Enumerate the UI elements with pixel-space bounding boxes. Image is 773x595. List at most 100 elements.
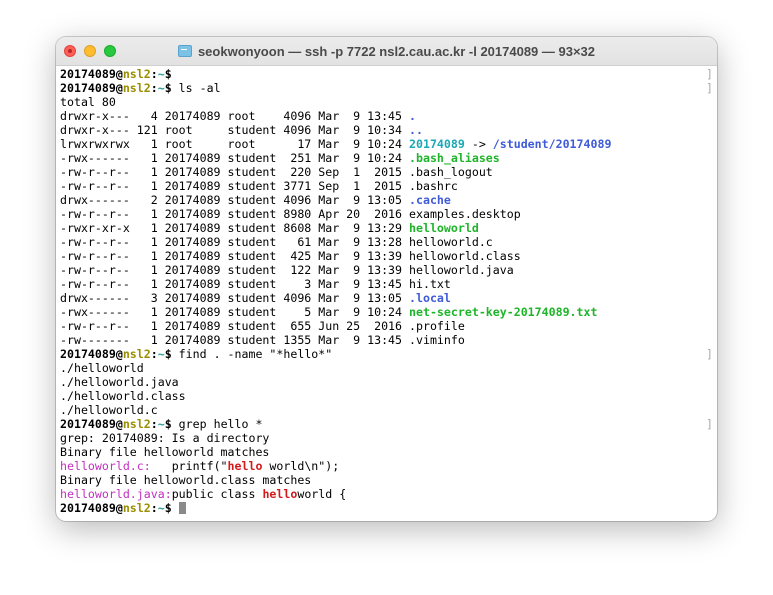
ls-row: -rwx------ 1 20174089 student 5 Mar 9 10…: [60, 305, 713, 319]
ls-row: -rwx------ 1 20174089 student 251 Mar 9 …: [60, 151, 713, 165]
ls-target: /student/20174089: [492, 137, 612, 151]
prompt-symbol: $: [164, 501, 172, 515]
prompt-sep: :: [150, 81, 158, 95]
ls-meta: drwxr-x--- 4 20174089 root 4096 Mar 9 13…: [60, 109, 410, 123]
text-cursor: [178, 502, 186, 514]
prompt-host: nsl2: [122, 501, 151, 515]
prompt-user: 20174089: [60, 347, 116, 361]
ls-meta: drwx------ 3 20174089 student 4096 Mar 9…: [60, 291, 410, 305]
ls-meta: -rw-r--r-- 1 20174089 student 3771 Sep 1…: [60, 179, 410, 193]
output-text: ./helloworld.java: [60, 375, 179, 389]
ls-name: .bashrc: [409, 179, 458, 193]
output-text: grep: 20174089: Is a directory: [60, 431, 270, 445]
prompt-symbol: $: [164, 417, 172, 431]
ls-row: -rw-r--r-- 1 20174089 student 61 Mar 9 1…: [60, 235, 713, 249]
ls-name: examples.desktop: [409, 207, 521, 221]
prompt-line: ] 20174089@nsl2:~$ grep hello *: [60, 417, 713, 431]
title-bar[interactable]: seokwonyoon — ssh -p 7722 nsl2.cau.ac.kr…: [56, 37, 717, 66]
prompt-path: ~: [157, 417, 165, 431]
ls-name: hi.txt: [409, 277, 451, 291]
prompt-user: 20174089: [60, 67, 116, 81]
output-line: Binary file helloworld.class matches: [60, 473, 713, 487]
command-text: ls -al: [171, 81, 221, 95]
prompt-host: nsl2: [122, 81, 151, 95]
ls-meta: -rw-r--r-- 1 20174089 student 122 Mar 9 …: [60, 263, 410, 277]
prompt-user: 20174089: [60, 501, 116, 515]
output-text: ./helloworld: [60, 361, 144, 375]
folder-icon: [177, 45, 192, 57]
prompt-host: nsl2: [122, 347, 151, 361]
ls-name: 20174089: [409, 137, 465, 151]
output-text: Binary file helloworld.class matches: [60, 473, 312, 487]
grep-filename: helloworld.java:: [60, 487, 172, 501]
output-text: world {: [297, 487, 347, 501]
prompt-line: 20174089@nsl2:~$: [60, 501, 713, 515]
ls-name: helloworld: [409, 221, 479, 235]
terminal-output[interactable]: ] 20174089@nsl2:~$ ] 20174089@nsl2:~$ ls -…: [60, 67, 713, 519]
scroll-mark: ]: [706, 67, 713, 81]
ls-name: helloworld.class: [409, 249, 521, 263]
ls-meta: -rw-r--r-- 1 20174089 student 220 Sep 1 …: [60, 165, 410, 179]
prompt-host: nsl2: [122, 67, 151, 81]
output-line: grep: 20174089: Is a directory: [60, 431, 713, 445]
prompt-sep: :: [150, 501, 158, 515]
scroll-mark: ]: [706, 81, 713, 95]
output-text: total 80: [60, 95, 116, 109]
ls-arrow: ->: [464, 137, 493, 151]
prompt-at: @: [115, 501, 123, 515]
command-text: [172, 67, 179, 81]
output-text: ./helloworld.class: [60, 389, 186, 403]
ls-meta: -rwx------ 1 20174089 student 251 Mar 9 …: [60, 151, 410, 165]
ls-row: drwxr-x--- 4 20174089 root 4096 Mar 9 13…: [60, 109, 713, 123]
output-line: Binary file helloworld matches: [60, 445, 713, 459]
ls-row: -rw-r--r-- 1 20174089 student 3771 Sep 1…: [60, 179, 713, 193]
output-line: ./helloworld: [60, 361, 713, 375]
ls-meta: drwx------ 2 20174089 student 4096 Mar 9…: [60, 193, 410, 207]
ls-row: -rw-r--r-- 1 20174089 student 425 Mar 9 …: [60, 249, 713, 263]
prompt-at: @: [115, 347, 123, 361]
command-text: grep hello *: [171, 417, 263, 431]
scroll-mark: ]: [706, 417, 713, 431]
ls-meta: -rw-r--r-- 1 20174089 student 3 Mar 9 13…: [60, 277, 410, 291]
window-title: seokwonyoon — ssh -p 7722 nsl2.cau.ac.kr…: [197, 43, 596, 59]
ls-name: helloworld.java: [409, 263, 514, 277]
ls-row: -rwxr-xr-x 1 20174089 student 8608 Mar 9…: [60, 221, 713, 235]
prompt-path: ~: [157, 81, 165, 95]
terminal-window: seokwonyoon — ssh -p 7722 nsl2.cau.ac.kr…: [56, 37, 717, 521]
prompt-at: @: [115, 67, 123, 81]
ls-name: .bash_aliases: [409, 151, 500, 165]
ls-name: net-secret-key-20174089.txt: [409, 305, 598, 319]
title-wrap: seokwonyoon — ssh -p 7722 nsl2.cau.ac.kr…: [56, 37, 717, 65]
output-text: printf(": [150, 459, 228, 473]
scroll-mark: ]: [706, 347, 713, 361]
prompt-line: ] 20174089@nsl2:~$ ls -al: [60, 81, 713, 95]
prompt-path: ~: [157, 347, 165, 361]
ls-name: .: [409, 109, 416, 123]
prompt-sep: :: [150, 67, 158, 81]
ls-name: .bash_logout: [409, 165, 493, 179]
prompt-symbol: $: [164, 81, 172, 95]
output-text: ./helloworld.c: [60, 403, 158, 417]
output-line: helloworld.c: printf("hello world\n");: [60, 459, 713, 473]
prompt-path: ~: [157, 67, 165, 81]
output-line: ./helloworld.java: [60, 375, 713, 389]
ls-meta: -rw-r--r-- 1 20174089 student 655 Jun 25…: [60, 319, 410, 333]
output-text: Binary file helloworld matches: [60, 445, 270, 459]
prompt-line: ] 20174089@nsl2:~$: [60, 67, 713, 81]
prompt-symbol: $: [164, 67, 172, 81]
prompt-at: @: [115, 81, 123, 95]
output-line: helloworld.java:public class helloworld …: [60, 487, 713, 501]
ls-meta: lrwxrwxrwx 1 root root 17 Mar 9 10:24: [60, 137, 410, 151]
grep-match: hello: [262, 487, 298, 501]
ls-row: -rw------- 1 20174089 student 1355 Mar 9…: [60, 333, 713, 347]
ls-meta: -rw------- 1 20174089 student 1355 Mar 9…: [60, 333, 410, 347]
ls-meta: -rwxr-xr-x 1 20174089 student 8608 Mar 9…: [60, 221, 410, 235]
output-line: ./helloworld.c: [60, 403, 713, 417]
output-line: ./helloworld.class: [60, 389, 713, 403]
prompt-sep: :: [150, 347, 158, 361]
ls-row: -rw-r--r-- 1 20174089 student 122 Mar 9 …: [60, 263, 713, 277]
ls-row: drwx------ 2 20174089 student 4096 Mar 9…: [60, 193, 713, 207]
ls-row: -rw-r--r-- 1 20174089 student 655 Jun 25…: [60, 319, 713, 333]
ls-row: drwxr-x--- 121 root student 4096 Mar 9 1…: [60, 123, 713, 137]
command-text: [172, 501, 179, 515]
